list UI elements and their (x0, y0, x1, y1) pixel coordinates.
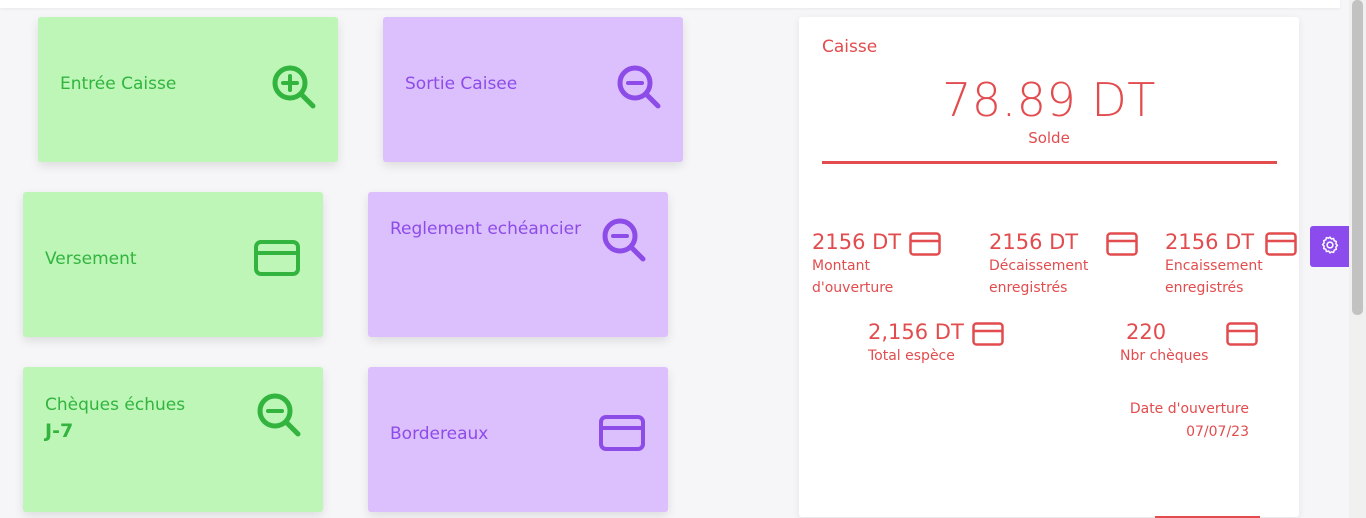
stat-label: Encaissement (1165, 258, 1263, 274)
credit-card-icon (909, 232, 941, 260)
entree-caisse-label: Entrée Caisse (60, 74, 177, 94)
cheques-echues-label: Chèques échues (45, 395, 186, 415)
stat-nbr-cheques: 220 Nbr chèques (1120, 319, 1258, 367)
versement-label: Versement (45, 249, 137, 269)
stat-value: 2156 DT (812, 230, 902, 254)
caisse-balance: 78.89 DT (942, 73, 1156, 127)
stat-decaissement: 2156 DT Décaissement enregistrés (989, 229, 1138, 299)
credit-card-icon (1106, 232, 1138, 260)
stat-label: Décaissement (989, 258, 1089, 274)
credit-card-icon (1226, 322, 1258, 350)
stat-label: enregistrés (1165, 280, 1244, 296)
credit-card-icon (599, 415, 645, 457)
credit-card-icon (1265, 232, 1297, 260)
settings-button[interactable] (1310, 226, 1350, 267)
cheques-echues-sublabel: J-7 (45, 420, 74, 442)
stat-label: Total espèce (868, 348, 955, 364)
caisse-card: Caisse 78.89 DT Solde 2156 DT Montant d'… (799, 17, 1299, 517)
stat-label: d'ouverture (812, 280, 894, 296)
stat-value: 2156 DT (1165, 230, 1255, 254)
entree-caisse-tile[interactable]: Entrée Caisse (38, 17, 338, 162)
stat-label: Nbr chèques (1120, 348, 1209, 364)
stat-label: enregistrés (989, 280, 1068, 296)
zoom-out-icon (256, 392, 302, 442)
credit-card-icon (972, 322, 1004, 350)
stat-value: 2,156 DT (868, 320, 964, 344)
gear-icon (1320, 235, 1340, 259)
top-bar (0, 0, 1340, 8)
stat-value: 2156 DT (989, 230, 1079, 254)
opening-date-label: Date d'ouverture (1129, 401, 1249, 417)
stat-encaissement: 2156 DT Encaissement enregistrés (1165, 229, 1297, 299)
caisse-title: Caisse (822, 37, 878, 57)
credit-card-icon (254, 240, 300, 282)
caisse-balance-label: Solde (1028, 129, 1070, 147)
reglement-echeancier-label: Reglement echéancier (390, 219, 582, 239)
bordereaux-tile[interactable]: Bordereaux (368, 367, 668, 512)
zoom-in-icon (271, 64, 317, 114)
scrollbar-thumb[interactable] (1352, 0, 1363, 315)
opening-date: Date d'ouverture 07/07/23 (1130, 398, 1249, 444)
zoom-out-icon (601, 217, 647, 267)
sortie-caisse-tile[interactable]: Sortie Caisee (383, 17, 683, 162)
stat-value: 220 (1126, 320, 1167, 344)
stat-montant-ouverture: 2156 DT Montant d'ouverture (812, 229, 941, 299)
sortie-caisse-label: Sortie Caisee (405, 74, 518, 94)
bordereaux-label: Bordereaux (390, 424, 489, 444)
reglement-echeancier-tile[interactable]: Reglement echéancier (368, 192, 668, 337)
opening-date-value: 07/07/23 (1186, 424, 1249, 440)
zoom-out-icon (616, 64, 662, 114)
stat-total-espece: 2,156 DT Total espèce (868, 319, 1004, 367)
versement-tile[interactable]: Versement (23, 192, 323, 337)
divider (822, 161, 1277, 164)
cheques-echues-tile[interactable]: Chèques échues J-7 (23, 367, 323, 512)
stat-label: Montant (812, 258, 870, 274)
